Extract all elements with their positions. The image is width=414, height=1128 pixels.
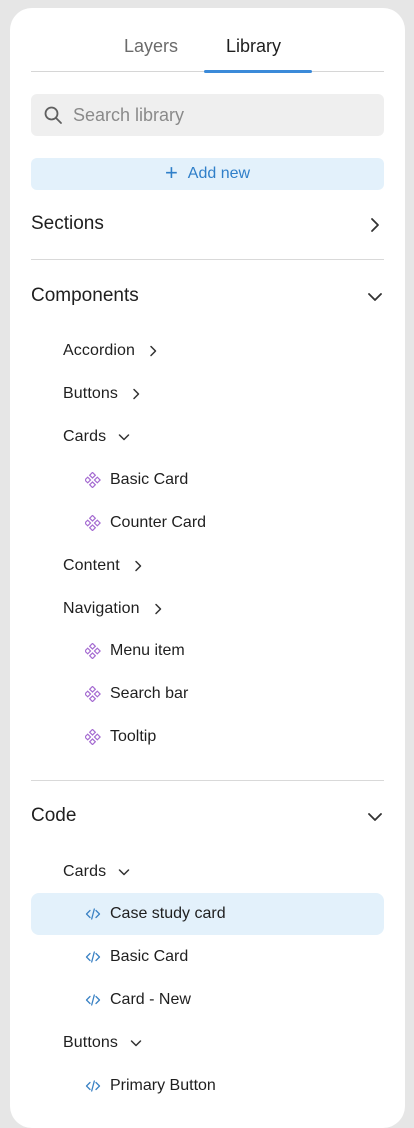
component-icon xyxy=(85,729,101,745)
search-box[interactable] xyxy=(31,94,384,136)
tree-item-counter-card[interactable]: Counter Card xyxy=(31,502,384,544)
item-label: Basic Card xyxy=(110,471,189,488)
plus-icon: + xyxy=(164,160,178,185)
tree-item-search-bar[interactable]: Search bar xyxy=(31,673,384,715)
chevron-down-icon xyxy=(118,869,130,876)
group-label: Cards xyxy=(63,863,107,880)
add-new-button[interactable]: + Add new xyxy=(31,158,384,190)
divider xyxy=(31,259,384,260)
code-icon xyxy=(85,908,101,920)
chevron-right-icon xyxy=(150,345,157,357)
group-label: Accordion xyxy=(63,342,136,359)
tree-item-menu-item[interactable]: Menu item xyxy=(31,630,384,672)
tree-group-buttons[interactable]: Buttons xyxy=(31,373,384,415)
tree-group-content[interactable]: Content xyxy=(31,545,384,587)
group-label: Cards xyxy=(63,428,107,445)
item-label: Search bar xyxy=(110,685,189,702)
tree-group-accordion[interactable]: Accordion xyxy=(31,330,384,372)
group-label: Navigation xyxy=(63,600,140,617)
section-header-sections[interactable]: Sections xyxy=(31,213,104,235)
code-icon xyxy=(85,994,101,1006)
divider xyxy=(31,780,384,781)
chevron-down-icon[interactable] xyxy=(367,809,383,825)
tree-item-tooltip[interactable]: Tooltip xyxy=(31,716,384,758)
item-label: Tooltip xyxy=(110,728,157,745)
chevron-down-icon xyxy=(130,1040,142,1047)
tree-group-code-cards[interactable]: Cards xyxy=(31,851,384,893)
component-icon xyxy=(85,643,101,659)
tree-group-navigation[interactable]: Navigation xyxy=(31,588,384,630)
search-input[interactable] xyxy=(73,94,373,136)
chevron-right-icon xyxy=(133,388,140,400)
item-label: Case study card xyxy=(110,905,226,922)
item-label: Primary Button xyxy=(110,1077,216,1094)
group-label: Buttons xyxy=(63,385,118,402)
component-icon xyxy=(85,472,101,488)
section-header-components[interactable]: Components xyxy=(31,285,139,307)
code-icon xyxy=(85,1080,101,1092)
active-tab-indicator xyxy=(204,70,312,73)
tree-item-basic-card[interactable]: Basic Card xyxy=(31,459,384,501)
section-header-code[interactable]: Code xyxy=(31,805,76,827)
tree-item-case-study-card[interactable]: Case study card xyxy=(31,893,384,935)
tree-item-card-new[interactable]: Card - New xyxy=(31,979,384,1021)
tree-item-basic-card-code[interactable]: Basic Card xyxy=(31,936,384,978)
code-icon xyxy=(85,951,101,963)
component-icon xyxy=(85,686,101,702)
search-icon xyxy=(44,106,62,124)
chevron-down-icon[interactable] xyxy=(367,289,383,305)
item-label: Menu item xyxy=(110,642,185,659)
chevron-down-icon xyxy=(118,434,130,441)
group-label: Content xyxy=(63,557,120,574)
item-label: Basic Card xyxy=(110,948,189,965)
tab-layers[interactable]: Layers xyxy=(124,36,178,57)
panel-tabs: Layers Library xyxy=(31,30,384,73)
tree-group-cards[interactable]: Cards xyxy=(31,416,384,458)
group-label: Buttons xyxy=(63,1034,118,1051)
item-label: Card - New xyxy=(110,991,191,1008)
chevron-right-icon xyxy=(154,603,161,615)
component-icon xyxy=(85,515,101,531)
tab-library[interactable]: Library xyxy=(226,36,281,57)
library-panel: Layers Library + Add new Sections Compon… xyxy=(10,8,405,1128)
chevron-right-icon xyxy=(135,560,141,572)
chevron-right-icon[interactable] xyxy=(367,217,383,233)
add-new-label: Add new xyxy=(187,165,251,182)
tree-item-primary-button[interactable]: Primary Button xyxy=(31,1065,384,1107)
tree-group-code-buttons[interactable]: Buttons xyxy=(31,1022,384,1064)
item-label: Counter Card xyxy=(110,514,207,531)
